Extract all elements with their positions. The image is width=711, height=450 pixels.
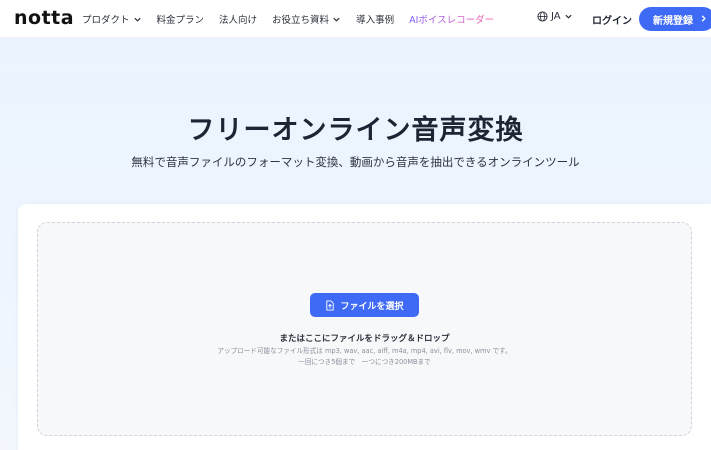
chevron-down-icon: [565, 14, 572, 19]
nav-item-pricing[interactable]: 料金プラン: [157, 12, 205, 26]
page-subtitle: 無料で音声ファイルのフォーマット変換、動画から音声を抽出できるオンラインツール: [131, 155, 580, 169]
supported-formats: アップロード可能なファイル形式は mp3, wav, aac, aiff, m4…: [217, 347, 512, 355]
site-header: notta プロダクト 料金プラン 法人向け お役立ち資料 導入事例 AIボイス…: [0, 0, 711, 38]
chevron-down-icon: [333, 17, 340, 22]
globe-icon: [537, 11, 548, 22]
notta-logo[interactable]: notta: [14, 7, 74, 29]
nav-item-label: 法人向け: [219, 15, 258, 26]
upload-limits: 一回につき5個まで 一つにつき200MBまで: [298, 358, 431, 366]
nav-item-product[interactable]: プロダクト: [82, 12, 142, 26]
file-upload-icon: [326, 299, 335, 311]
signup-label: 新規登録: [653, 15, 693, 27]
select-file-label: ファイルを選択: [340, 301, 404, 312]
signup-button[interactable]: 新規登録: [639, 7, 711, 31]
nav-item-label: プロダクト: [82, 15, 130, 26]
nav-item-label: お役立ち資料: [272, 15, 330, 26]
login-link[interactable]: ログイン: [592, 12, 632, 27]
nav-item-case-studies[interactable]: 導入事例: [356, 12, 394, 26]
nav-item-label: AIボイスレコーダー: [409, 15, 495, 26]
nav-item-business[interactable]: 法人向け: [219, 12, 257, 26]
drop-instruction: またはここにファイルをドラッグ＆ドロップ: [279, 334, 450, 344]
main-nav: プロダクト 料金プラン 法人向け お役立ち資料 導入事例 AIボイスレコーダー: [82, 0, 509, 38]
nav-item-label: 導入事例: [356, 15, 395, 26]
select-file-button[interactable]: ファイルを選択: [310, 293, 419, 317]
nav-item-resources[interactable]: お役立ち資料: [272, 12, 341, 26]
page-title: フリーオンライン音声変換: [187, 115, 524, 146]
nav-item-ai-voice-recorder[interactable]: AIボイスレコーダー: [409, 12, 494, 26]
language-label: JA: [551, 11, 561, 22]
file-dropzone[interactable]: [37, 222, 692, 436]
nav-item-label: 料金プラン: [156, 15, 205, 26]
chevron-right-icon: [701, 15, 706, 22]
language-selector[interactable]: JA: [537, 11, 576, 22]
chevron-down-icon: [133, 17, 141, 22]
